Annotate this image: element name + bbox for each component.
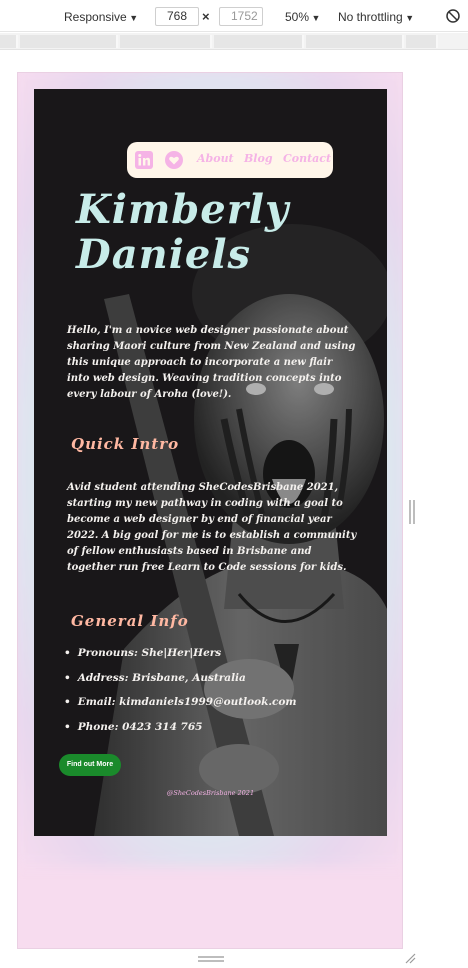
- media-query-segment[interactable]: [120, 35, 212, 48]
- general-info-heading: General Info: [71, 612, 189, 630]
- hero-name: Kimberly Daniels: [76, 187, 336, 277]
- general-info-list: Pronouns: She|Her|Hers Address: Brisbane…: [64, 645, 297, 743]
- quick-intro-paragraph: Avid student attending SheCodesBrisbane …: [67, 482, 357, 573]
- info-email: Email: kimdaniels1999@outlook.com: [64, 694, 297, 719]
- navbar: About Blog Contact: [127, 142, 333, 178]
- media-query-bar: [0, 33, 468, 50]
- width-resize-handle[interactable]: [409, 500, 415, 524]
- height-resize-handle[interactable]: [198, 956, 224, 962]
- media-query-segment[interactable]: [214, 35, 304, 48]
- height-input[interactable]: 1752: [219, 7, 263, 26]
- info-pronouns: Pronouns: She|Her|Hers: [64, 645, 297, 670]
- quick-intro-heading: Quick Intro: [71, 435, 180, 453]
- media-query-segment[interactable]: [306, 35, 404, 48]
- nav-link-blog[interactable]: Blog: [244, 152, 273, 165]
- devtools-device-toolbar: Responsive 768 × 1752 50% No throttling: [0, 0, 468, 32]
- corner-resize-icon[interactable]: [404, 952, 416, 964]
- media-query-segment[interactable]: [406, 35, 438, 48]
- footer-credit: @SheCodesBrisbane 2021: [166, 789, 255, 797]
- dimension-separator: ×: [202, 9, 210, 24]
- media-query-segment[interactable]: [20, 35, 118, 48]
- hero-name-first: Kimberly: [76, 186, 290, 233]
- linkedin-icon[interactable]: [135, 151, 153, 169]
- width-input[interactable]: 768: [155, 7, 199, 26]
- zoom-selector[interactable]: 50%: [285, 9, 320, 25]
- profile-card: About Blog Contact Kimberly Daniels Hell…: [34, 89, 387, 836]
- info-phone: Phone: 0423 314 765: [64, 719, 297, 744]
- heart-icon[interactable]: [165, 151, 183, 169]
- nav-link-contact[interactable]: Contact: [283, 152, 331, 165]
- emulated-viewport: About Blog Contact Kimberly Daniels Hell…: [17, 72, 403, 949]
- nav-link-about[interactable]: About: [197, 152, 234, 165]
- rotate-icon[interactable]: [445, 8, 461, 24]
- intro-paragraph: Hello, I'm a novice web designer passion…: [67, 325, 356, 400]
- device-selector[interactable]: Responsive: [64, 9, 138, 25]
- hero-name-last: Daniels: [76, 231, 252, 278]
- find-out-more-button[interactable]: Find out More: [59, 754, 121, 776]
- throttling-selector[interactable]: No throttling: [338, 9, 414, 25]
- info-address: Address: Brisbane, Australia: [64, 670, 297, 695]
- media-query-segment[interactable]: [0, 35, 18, 48]
